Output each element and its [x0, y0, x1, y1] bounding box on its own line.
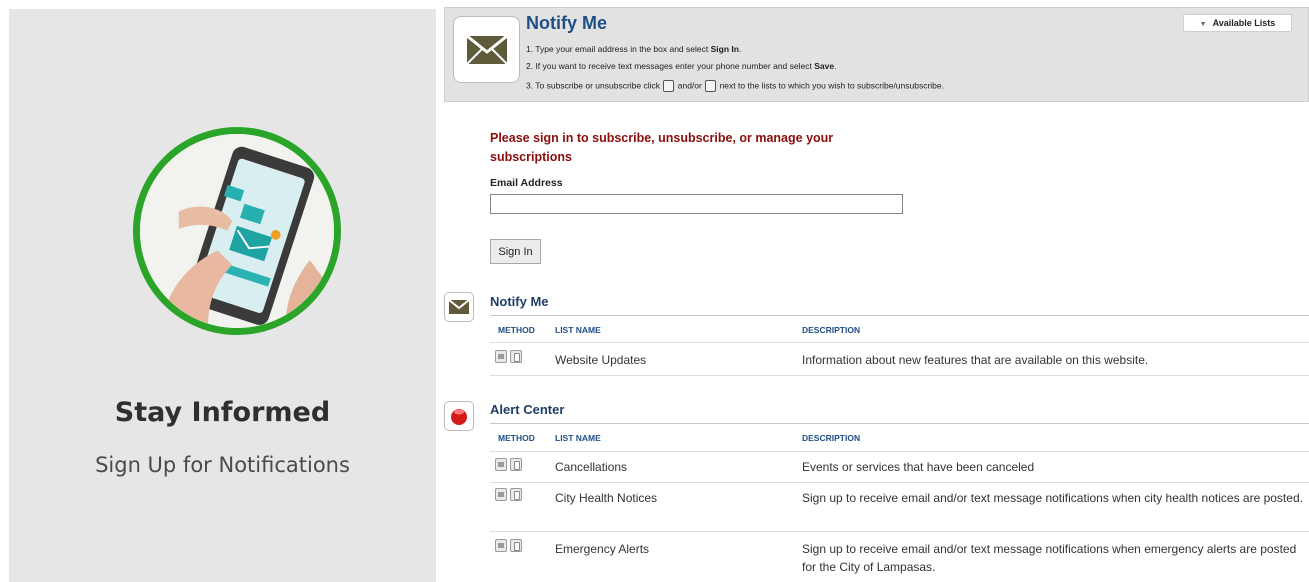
- promo-panel: Stay Informed Sign Up for Notifications: [9, 9, 436, 582]
- email-subscribe-icon[interactable]: [495, 350, 507, 363]
- column-header-list-name: LIST NAME: [555, 433, 601, 443]
- alert-icon: [451, 409, 467, 425]
- table-row-method: [495, 488, 525, 506]
- instruction-step-3: 3. To subscribe or unsubscribe click and…: [526, 80, 944, 92]
- list-description: Events or services that have been cancel…: [802, 460, 1035, 474]
- instruction-step-1: 1. Type your email address in the box an…: [526, 44, 742, 54]
- column-header-method: METHOD: [498, 433, 535, 443]
- instruction-step-2: 2. If you want to receive text messages …: [526, 61, 837, 71]
- email-label: Email Address: [490, 177, 563, 189]
- section-title-notify-me: Notify Me: [490, 294, 549, 309]
- envelope-icon: [449, 300, 469, 314]
- list-name: Website Updates: [555, 353, 647, 367]
- row-divider: [490, 531, 1309, 532]
- column-header-list-name: LIST NAME: [555, 325, 601, 335]
- list-description: Sign up to receive email and/or text mes…: [802, 542, 1297, 574]
- row-divider: [490, 451, 1309, 452]
- notify-me-section-icon: [444, 292, 474, 322]
- column-header-description: DESCRIPTION: [802, 433, 861, 443]
- sms-subscribe-icon[interactable]: [510, 458, 522, 471]
- envelope-icon: [467, 36, 507, 64]
- email-subscribe-icon[interactable]: [495, 539, 507, 552]
- email-input[interactable]: [490, 194, 903, 214]
- list-name: City Health Notices: [555, 491, 658, 505]
- sms-subscribe-icon[interactable]: [510, 488, 522, 501]
- list-name: Cancellations: [555, 460, 628, 474]
- promo-title: Stay Informed: [114, 397, 331, 428]
- list-name: Emergency Alerts: [555, 542, 650, 556]
- email-subscribe-icon[interactable]: [495, 488, 507, 501]
- list-description: Sign up to receive email and/or text mes…: [802, 491, 1303, 505]
- section-divider: [490, 423, 1309, 424]
- table-row-method: [495, 350, 525, 368]
- column-header-method: METHOD: [498, 325, 535, 335]
- signin-message: Please sign in to subscribe, unsubscribe…: [490, 131, 834, 164]
- sms-subscribe-icon[interactable]: [510, 539, 522, 552]
- email-method-icon: [663, 80, 675, 92]
- header-envelope-badge: [453, 16, 520, 83]
- promo-subtitle: Sign Up for Notifications: [95, 453, 350, 477]
- sms-method-icon: [705, 80, 717, 92]
- notify-me-header: Notify Me 1. Type your email address in …: [444, 7, 1309, 102]
- header-title: Notify Me: [526, 13, 607, 33]
- list-description: Information about new features that are …: [802, 353, 1149, 367]
- sms-subscribe-icon[interactable]: [510, 350, 522, 363]
- row-divider: [490, 482, 1309, 483]
- promo-phone-illustration: [133, 127, 341, 335]
- sign-in-button[interactable]: Sign In: [490, 239, 541, 264]
- available-lists-button[interactable]: ▼ Available Lists: [1183, 14, 1292, 32]
- caret-down-icon: ▼: [1199, 21, 1207, 28]
- email-subscribe-icon[interactable]: [495, 458, 507, 471]
- section-divider: [490, 315, 1309, 316]
- row-divider: [490, 375, 1309, 376]
- table-row-method: [495, 458, 525, 476]
- alert-center-section-icon: [444, 401, 474, 431]
- column-header-description: DESCRIPTION: [802, 325, 861, 335]
- phone-message-icon: [140, 134, 334, 328]
- table-row-method: [495, 539, 525, 557]
- section-title-alert-center: Alert Center: [490, 402, 565, 417]
- row-divider: [490, 342, 1309, 343]
